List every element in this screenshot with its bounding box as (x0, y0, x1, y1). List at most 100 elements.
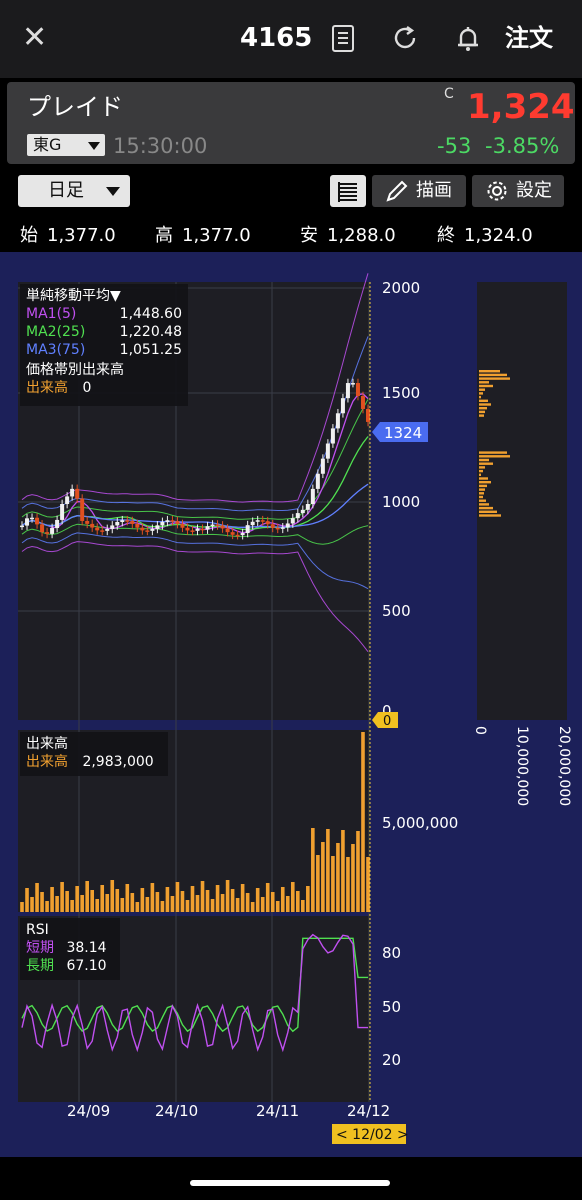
chart-controls: 日足 描画 設定 (0, 170, 582, 216)
vbp-bar (479, 477, 488, 480)
candle-body (105, 528, 110, 531)
candle-body (50, 528, 55, 534)
volume-bar (150, 883, 155, 912)
home-indicator[interactable] (190, 1180, 390, 1186)
candle-body (65, 496, 70, 504)
refresh-icon[interactable] (390, 22, 420, 54)
candle-body (195, 528, 200, 531)
vbp-bar (479, 462, 493, 465)
vbp-bar (479, 466, 485, 469)
order-button[interactable]: 注文 (505, 20, 553, 56)
volume-bar (356, 831, 360, 912)
candle-body (295, 513, 300, 519)
candle-body (310, 488, 315, 504)
bell-icon[interactable] (453, 22, 483, 54)
volume-bar (366, 857, 370, 912)
system-nav-bar (0, 1157, 582, 1200)
vbp-bar (479, 451, 507, 454)
current-price: 1,324 (467, 87, 575, 127)
ma1-value: 1,448.60 (119, 306, 182, 322)
chart-area[interactable]: 2000 1500 1000 500 0 1324 0 5,000,000 80… (0, 252, 582, 1157)
candle-body (305, 504, 310, 510)
rsi-legend[interactable]: RSI 短期 38.14 長期 67.10 (20, 918, 120, 980)
candle-body (160, 521, 165, 526)
volume-bar (275, 901, 280, 912)
close-value: 1,324.0 (464, 225, 533, 246)
volume-bar (290, 882, 295, 912)
candle-body (335, 413, 340, 429)
chevron-down-icon (88, 142, 100, 150)
volume-bar (301, 900, 305, 912)
volume-bar (35, 883, 39, 912)
candle-body (35, 517, 40, 525)
volume-legend[interactable]: 出来高 出来高 2,983,000 (20, 732, 168, 776)
draw-button[interactable]: 描画 (372, 175, 466, 207)
document-icon[interactable] (328, 22, 358, 54)
candle-body (366, 408, 370, 422)
candle-body (355, 383, 360, 396)
vbp-bar (479, 370, 500, 373)
x-tick: 24/10 (155, 1102, 198, 1120)
candle-body (165, 520, 170, 522)
vbp-bar (479, 514, 501, 517)
vbp-bar (479, 458, 489, 462)
vbp-legend-title: 価格帯別出来高 (26, 362, 124, 378)
gear-icon (487, 181, 507, 201)
exchange-select[interactable]: 東G (27, 134, 105, 156)
candle-body (250, 521, 255, 526)
top-bar: ✕ 4165 注文 (0, 0, 582, 78)
vbp-bar (479, 481, 491, 484)
volume-bar (225, 880, 230, 912)
volume-bar (135, 902, 140, 912)
candle-body (120, 520, 125, 522)
volume-bar (215, 885, 220, 912)
volume-bar (55, 896, 59, 912)
volume-bar (115, 889, 120, 912)
vbp-bar (479, 455, 510, 458)
candle-body (190, 530, 195, 532)
vbp-tick: 0 (472, 726, 488, 735)
rsi-long-value: 67.10 (66, 958, 107, 974)
candle-body (245, 525, 250, 534)
candle-body (95, 527, 100, 531)
candle-body (110, 525, 115, 529)
stock-name: プレイド (27, 93, 123, 121)
vbp-bar (479, 403, 491, 406)
candle-body (175, 521, 180, 525)
close-label: 終 (437, 225, 455, 246)
settings-button[interactable]: 設定 (472, 175, 564, 207)
period-select[interactable]: 日足 (18, 175, 130, 207)
volume-name: 出来高 (26, 754, 68, 770)
close-icon[interactable]: ✕ (22, 20, 50, 56)
rsi-short-value: 38.14 (66, 940, 107, 956)
volume-bar (180, 891, 185, 912)
open-label: 始 (20, 225, 38, 246)
candle-body (290, 518, 295, 524)
low-value: 1,288.0 (327, 225, 396, 246)
candle-body (150, 528, 155, 531)
candle-body (30, 517, 35, 520)
volume-bar (70, 900, 74, 912)
volume-bar (321, 842, 325, 912)
close-marker: C (444, 86, 454, 102)
volume-bar (75, 886, 79, 912)
volume-bar (351, 844, 355, 912)
candle-body (115, 521, 120, 526)
ma-legend[interactable]: 単純移動平均▼ MA1(5) 1,448.60 MA2(25) 1,220.48… (20, 284, 188, 406)
volume-bar (295, 891, 300, 912)
chevron-down-icon (106, 187, 120, 196)
list-button[interactable] (330, 175, 366, 207)
volume-bar (140, 888, 145, 912)
candle-body (265, 521, 270, 525)
x-tick: 24/11 (256, 1102, 299, 1120)
list-icon (338, 182, 357, 202)
x-tick: 24/12 (347, 1102, 390, 1120)
candle-body (140, 527, 145, 531)
vbp-bar (479, 492, 484, 495)
volume-bar (160, 901, 165, 912)
draw-label: 描画 (416, 180, 452, 201)
volume-bar (60, 882, 64, 912)
vbp-bar (479, 499, 486, 502)
volume-bar (85, 881, 89, 912)
candle-body (20, 525, 24, 528)
